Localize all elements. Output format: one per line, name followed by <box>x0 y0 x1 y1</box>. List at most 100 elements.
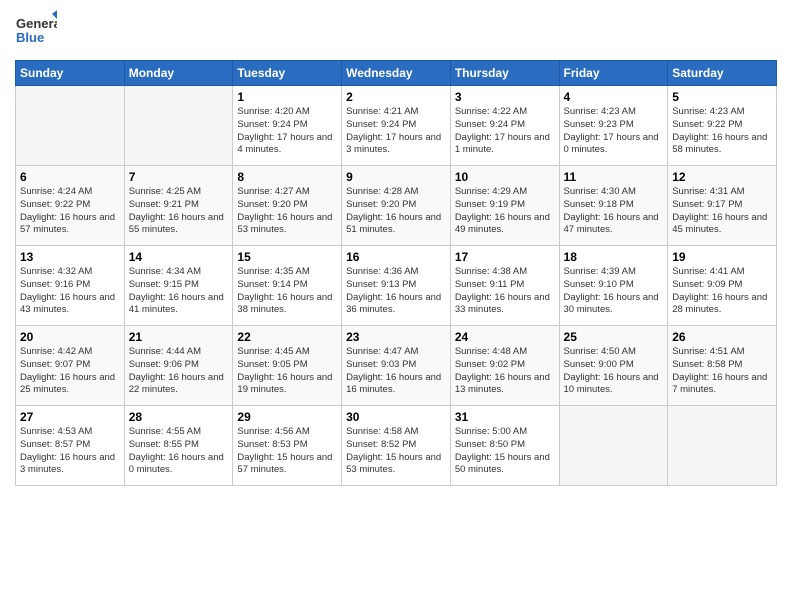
day-number: 30 <box>346 410 446 424</box>
day-cell: 1 Sunrise: 4:20 AM Sunset: 9:24 PM Daylig… <box>233 86 342 166</box>
day-info: Sunrise: 4:35 AM Sunset: 9:14 PM Dayligh… <box>237 266 337 317</box>
day-number: 29 <box>237 410 337 424</box>
day-cell: 11 Sunrise: 4:30 AM Sunset: 9:18 PM Dayli… <box>559 166 668 246</box>
day-number: 28 <box>129 410 229 424</box>
day-number: 11 <box>564 170 664 184</box>
day-cell: 5 Sunrise: 4:23 AM Sunset: 9:22 PM Daylig… <box>668 86 777 166</box>
page-header: General Blue <box>15 10 777 52</box>
week-row-2: 6 Sunrise: 4:24 AM Sunset: 9:22 PM Daylig… <box>16 166 777 246</box>
day-number: 20 <box>20 330 120 344</box>
day-cell: 23Sunrise: 4:47 AM Sunset: 9:03 PM Dayli… <box>342 326 451 406</box>
logo: General Blue <box>15 10 57 52</box>
day-cell: 17Sunrise: 4:38 AM Sunset: 9:11 PM Dayli… <box>450 246 559 326</box>
week-row-4: 20Sunrise: 4:42 AM Sunset: 9:07 PM Dayli… <box>16 326 777 406</box>
day-cell: 4Sunrise: 4:23 AM Sunset: 9:23 PM Daylig… <box>559 86 668 166</box>
day-cell <box>559 406 668 486</box>
day-cell: 27Sunrise: 4:53 AM Sunset: 8:57 PM Dayli… <box>16 406 125 486</box>
day-cell: 14 Sunrise: 4:34 AM Sunset: 9:15 PM Dayli… <box>124 246 233 326</box>
day-number: 8 <box>237 170 337 184</box>
day-cell: 12 Sunrise: 4:31 AM Sunset: 9:17 PM Dayli… <box>668 166 777 246</box>
day-number: 22 <box>237 330 337 344</box>
day-number: 24 <box>455 330 555 344</box>
day-info: Sunrise: 4:34 AM Sunset: 9:15 PM Dayligh… <box>129 266 229 317</box>
day-number: 26 <box>672 330 772 344</box>
day-number: 15 <box>237 250 337 264</box>
day-info: Sunrise: 4:28 AM Sunset: 9:20 PM Dayligh… <box>346 186 446 237</box>
day-info: Sunrise: 4:21 AM Sunset: 9:24 PM Dayligh… <box>346 106 446 157</box>
day-cell: 2 Sunrise: 4:21 AM Sunset: 9:24 PM Daylig… <box>342 86 451 166</box>
day-number: 14 <box>129 250 229 264</box>
day-cell <box>124 86 233 166</box>
day-info: Sunrise: 5:00 AM Sunset: 8:50 PM Dayligh… <box>455 426 555 477</box>
day-cell: 9 Sunrise: 4:28 AM Sunset: 9:20 PM Daylig… <box>342 166 451 246</box>
week-row-3: 13 Sunrise: 4:32 AM Sunset: 9:16 PM Dayli… <box>16 246 777 326</box>
day-info: Sunrise: 4:45 AM Sunset: 9:05 PM Dayligh… <box>237 346 337 397</box>
day-cell: 22 Sunrise: 4:45 AM Sunset: 9:05 PM Dayli… <box>233 326 342 406</box>
day-info: Sunrise: 4:27 AM Sunset: 9:20 PM Dayligh… <box>237 186 337 237</box>
day-info: Sunrise: 4:20 AM Sunset: 9:24 PM Dayligh… <box>237 106 337 157</box>
svg-text:Blue: Blue <box>16 30 44 45</box>
day-info: Sunrise: 4:38 AM Sunset: 9:11 PM Dayligh… <box>455 266 555 317</box>
day-info: Sunrise: 4:50 AM Sunset: 9:00 PM Dayligh… <box>564 346 664 397</box>
day-cell <box>16 86 125 166</box>
day-info: Sunrise: 4:31 AM Sunset: 9:17 PM Dayligh… <box>672 186 772 237</box>
day-cell <box>668 406 777 486</box>
day-number: 10 <box>455 170 555 184</box>
day-number: 1 <box>237 90 337 104</box>
day-number: 27 <box>20 410 120 424</box>
day-cell: 6 Sunrise: 4:24 AM Sunset: 9:22 PM Daylig… <box>16 166 125 246</box>
day-number: 12 <box>672 170 772 184</box>
day-cell: 3 Sunrise: 4:22 AM Sunset: 9:24 PM Daylig… <box>450 86 559 166</box>
day-info: Sunrise: 4:22 AM Sunset: 9:24 PM Dayligh… <box>455 106 555 157</box>
day-info: Sunrise: 4:58 AM Sunset: 8:52 PM Dayligh… <box>346 426 446 477</box>
col-header-saturday: Saturday <box>668 61 777 86</box>
day-info: Sunrise: 4:44 AM Sunset: 9:06 PM Dayligh… <box>129 346 229 397</box>
day-number: 16 <box>346 250 446 264</box>
calendar-table: SundayMondayTuesdayWednesdayThursdayFrid… <box>15 60 777 486</box>
day-cell: 18 Sunrise: 4:39 AM Sunset: 9:10 PM Dayli… <box>559 246 668 326</box>
day-cell: 30 Sunrise: 4:58 AM Sunset: 8:52 PM Dayli… <box>342 406 451 486</box>
day-info: Sunrise: 4:24 AM Sunset: 9:22 PM Dayligh… <box>20 186 120 237</box>
week-row-5: 27Sunrise: 4:53 AM Sunset: 8:57 PM Dayli… <box>16 406 777 486</box>
col-header-wednesday: Wednesday <box>342 61 451 86</box>
day-cell: 24 Sunrise: 4:48 AM Sunset: 9:02 PM Dayli… <box>450 326 559 406</box>
day-cell: 21Sunrise: 4:44 AM Sunset: 9:06 PM Dayli… <box>124 326 233 406</box>
day-number: 19 <box>672 250 772 264</box>
day-info: Sunrise: 4:48 AM Sunset: 9:02 PM Dayligh… <box>455 346 555 397</box>
col-header-friday: Friday <box>559 61 668 86</box>
day-info: Sunrise: 4:23 AM Sunset: 9:22 PM Dayligh… <box>672 106 772 157</box>
day-number: 5 <box>672 90 772 104</box>
logo-svg: General Blue <box>15 10 57 52</box>
svg-text:General: General <box>16 16 57 31</box>
logo-mark: General Blue <box>15 10 57 52</box>
day-cell: 7Sunrise: 4:25 AM Sunset: 9:21 PM Daylig… <box>124 166 233 246</box>
day-cell: 31 Sunrise: 5:00 AM Sunset: 8:50 PM Dayli… <box>450 406 559 486</box>
day-info: Sunrise: 4:25 AM Sunset: 9:21 PM Dayligh… <box>129 186 229 237</box>
day-number: 4 <box>564 90 664 104</box>
day-info: Sunrise: 4:39 AM Sunset: 9:10 PM Dayligh… <box>564 266 664 317</box>
day-number: 6 <box>20 170 120 184</box>
col-header-tuesday: Tuesday <box>233 61 342 86</box>
col-header-thursday: Thursday <box>450 61 559 86</box>
header-row: SundayMondayTuesdayWednesdayThursdayFrid… <box>16 61 777 86</box>
day-info: Sunrise: 4:51 AM Sunset: 8:58 PM Dayligh… <box>672 346 772 397</box>
day-info: Sunrise: 4:36 AM Sunset: 9:13 PM Dayligh… <box>346 266 446 317</box>
day-info: Sunrise: 4:32 AM Sunset: 9:16 PM Dayligh… <box>20 266 120 317</box>
day-info: Sunrise: 4:29 AM Sunset: 9:19 PM Dayligh… <box>455 186 555 237</box>
day-number: 31 <box>455 410 555 424</box>
day-cell: 29 Sunrise: 4:56 AM Sunset: 8:53 PM Dayli… <box>233 406 342 486</box>
day-number: 23 <box>346 330 446 344</box>
day-info: Sunrise: 4:56 AM Sunset: 8:53 PM Dayligh… <box>237 426 337 477</box>
day-cell: 28 Sunrise: 4:55 AM Sunset: 8:55 PM Dayli… <box>124 406 233 486</box>
day-number: 2 <box>346 90 446 104</box>
week-row-1: 1 Sunrise: 4:20 AM Sunset: 9:24 PM Daylig… <box>16 86 777 166</box>
day-cell: 15 Sunrise: 4:35 AM Sunset: 9:14 PM Dayli… <box>233 246 342 326</box>
day-number: 9 <box>346 170 446 184</box>
day-cell: 8 Sunrise: 4:27 AM Sunset: 9:20 PM Daylig… <box>233 166 342 246</box>
day-cell: 19Sunrise: 4:41 AM Sunset: 9:09 PM Dayli… <box>668 246 777 326</box>
day-info: Sunrise: 4:55 AM Sunset: 8:55 PM Dayligh… <box>129 426 229 477</box>
day-number: 13 <box>20 250 120 264</box>
day-info: Sunrise: 4:30 AM Sunset: 9:18 PM Dayligh… <box>564 186 664 237</box>
day-number: 18 <box>564 250 664 264</box>
day-number: 3 <box>455 90 555 104</box>
